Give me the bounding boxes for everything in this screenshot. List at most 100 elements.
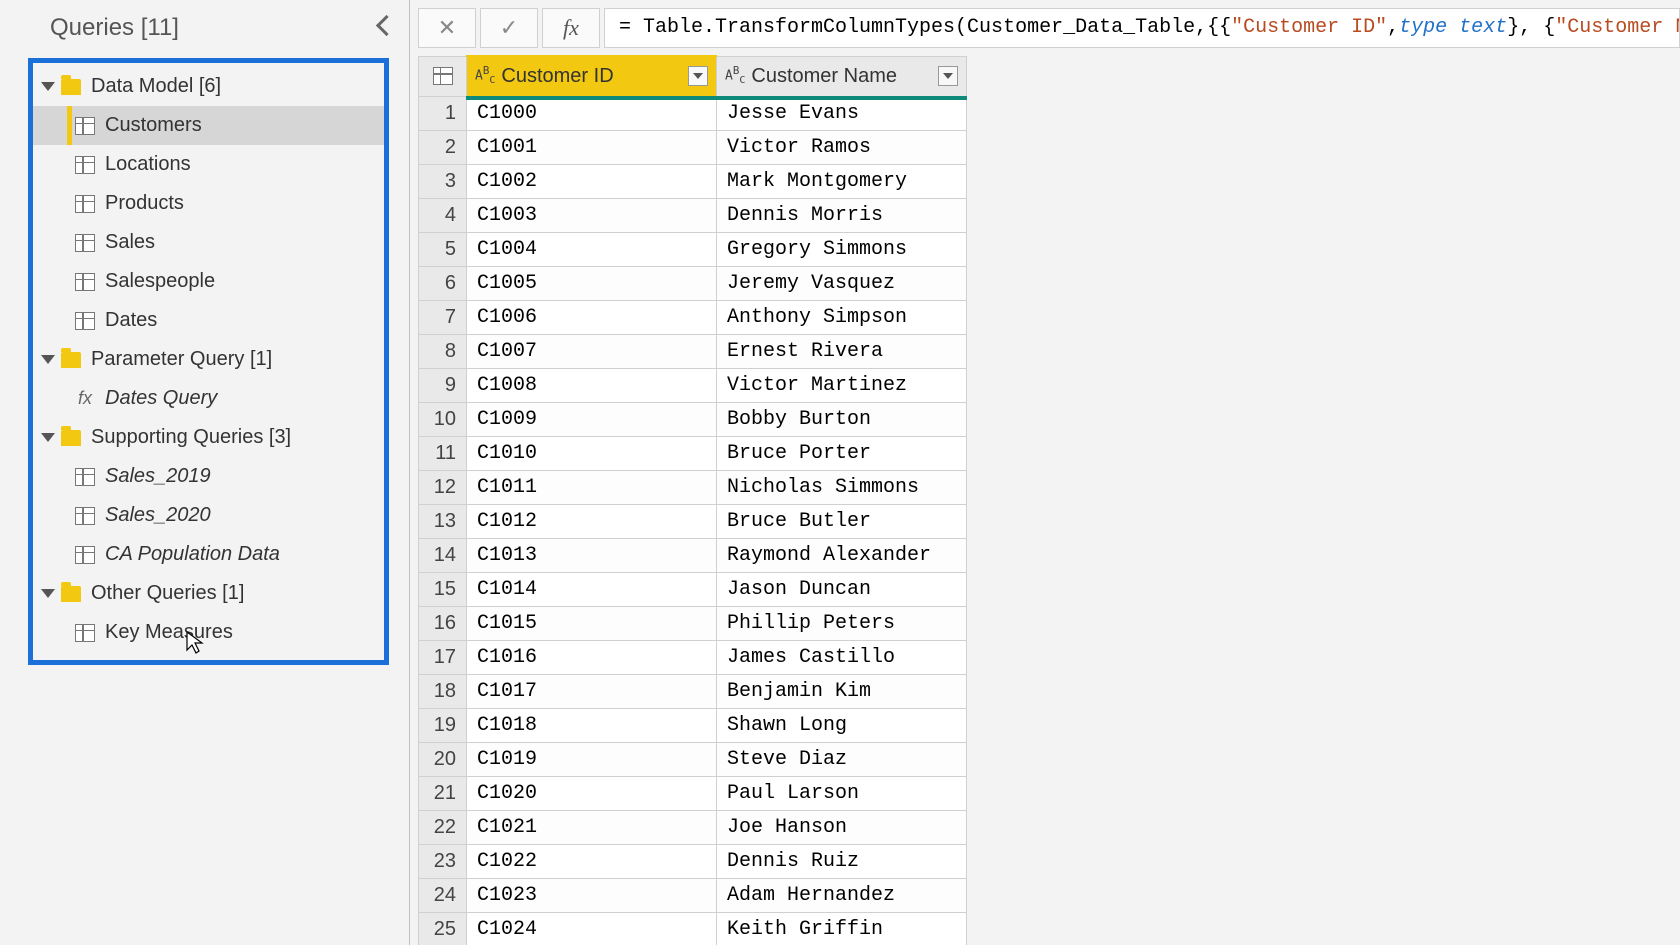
cell-customer-id[interactable]: C1009 — [467, 402, 717, 436]
cell-customer-name[interactable]: Ernest Rivera — [717, 334, 967, 368]
table-row[interactable]: 20C1019Steve Diaz — [419, 742, 967, 776]
cell-customer-name[interactable]: Joe Hanson — [717, 810, 967, 844]
row-number[interactable]: 19 — [419, 708, 467, 742]
cell-customer-id[interactable]: C1021 — [467, 810, 717, 844]
query-item[interactable]: Key Measures — [33, 613, 384, 652]
table-row[interactable]: 3C1002Mark Montgomery — [419, 164, 967, 198]
row-number[interactable]: 4 — [419, 198, 467, 232]
cell-customer-name[interactable]: Jason Duncan — [717, 572, 967, 606]
row-number[interactable]: 22 — [419, 810, 467, 844]
table-row[interactable]: 19C1018Shawn Long — [419, 708, 967, 742]
cell-customer-id[interactable]: C1014 — [467, 572, 717, 606]
cell-customer-name[interactable]: Nicholas Simmons — [717, 470, 967, 504]
table-row[interactable]: 21C1020Paul Larson — [419, 776, 967, 810]
row-number[interactable]: 24 — [419, 878, 467, 912]
row-number[interactable]: 7 — [419, 300, 467, 334]
column-filter-button[interactable] — [688, 66, 708, 86]
table-row[interactable]: 15C1014Jason Duncan — [419, 572, 967, 606]
row-number[interactable]: 21 — [419, 776, 467, 810]
folder-row[interactable]: Data Model [6] — [33, 67, 384, 106]
cell-customer-name[interactable]: Victor Ramos — [717, 130, 967, 164]
cell-customer-name[interactable]: Victor Martinez — [717, 368, 967, 402]
row-number[interactable]: 6 — [419, 266, 467, 300]
table-row[interactable]: 8C1007Ernest Rivera — [419, 334, 967, 368]
row-number[interactable]: 8 — [419, 334, 467, 368]
row-number[interactable]: 14 — [419, 538, 467, 572]
query-item[interactable]: Locations — [33, 145, 384, 184]
cell-customer-id[interactable]: C1023 — [467, 878, 717, 912]
cell-customer-id[interactable]: C1019 — [467, 742, 717, 776]
table-row[interactable]: 12C1011Nicholas Simmons — [419, 470, 967, 504]
query-item[interactable]: Sales_2019 — [33, 457, 384, 496]
table-row[interactable]: 14C1013Raymond Alexander — [419, 538, 967, 572]
table-corner-button[interactable] — [419, 56, 467, 96]
folder-row[interactable]: Supporting Queries [3] — [33, 418, 384, 457]
cell-customer-id[interactable]: C1012 — [467, 504, 717, 538]
query-item[interactable]: Sales_2020 — [33, 496, 384, 535]
cell-customer-id[interactable]: C1002 — [467, 164, 717, 198]
cell-customer-id[interactable]: C1010 — [467, 436, 717, 470]
table-row[interactable]: 10C1009Bobby Burton — [419, 402, 967, 436]
cell-customer-name[interactable]: Benjamin Kim — [717, 674, 967, 708]
fx-button[interactable]: fx — [542, 8, 600, 48]
cell-customer-name[interactable]: Paul Larson — [717, 776, 967, 810]
row-number[interactable]: 5 — [419, 232, 467, 266]
cell-customer-id[interactable]: C1017 — [467, 674, 717, 708]
table-row[interactable]: 23C1022Dennis Ruiz — [419, 844, 967, 878]
query-item[interactable]: CA Population Data — [33, 535, 384, 574]
table-row[interactable]: 1C1000Jesse Evans — [419, 96, 967, 130]
row-number[interactable]: 17 — [419, 640, 467, 674]
cell-customer-id[interactable]: C1007 — [467, 334, 717, 368]
cell-customer-id[interactable]: C1011 — [467, 470, 717, 504]
folder-row[interactable]: Parameter Query [1] — [33, 340, 384, 379]
cell-customer-name[interactable]: Keith Griffin — [717, 912, 967, 945]
cell-customer-id[interactable]: C1008 — [467, 368, 717, 402]
cell-customer-name[interactable]: Phillip Peters — [717, 606, 967, 640]
query-item[interactable]: Dates — [33, 301, 384, 340]
table-row[interactable]: 17C1016James Castillo — [419, 640, 967, 674]
query-item[interactable]: fxDates Query — [33, 379, 384, 418]
cell-customer-name[interactable]: Anthony Simpson — [717, 300, 967, 334]
formula-input[interactable]: = Table.TransformColumnTypes(Customer_Da… — [604, 8, 1680, 48]
table-row[interactable]: 5C1004Gregory Simmons — [419, 232, 967, 266]
column-header-customer-name[interactable]: ABC Customer Name — [717, 56, 967, 96]
cell-customer-name[interactable]: Jeremy Vasquez — [717, 266, 967, 300]
cell-customer-id[interactable]: C1004 — [467, 232, 717, 266]
row-number[interactable]: 2 — [419, 130, 467, 164]
row-number[interactable]: 13 — [419, 504, 467, 538]
row-number[interactable]: 12 — [419, 470, 467, 504]
table-row[interactable]: 4C1003Dennis Morris — [419, 198, 967, 232]
table-row[interactable]: 11C1010Bruce Porter — [419, 436, 967, 470]
cell-customer-id[interactable]: C1016 — [467, 640, 717, 674]
formula-cancel-button[interactable]: ✕ — [418, 8, 476, 48]
row-number[interactable]: 15 — [419, 572, 467, 606]
query-item[interactable]: Customers — [33, 106, 384, 145]
row-number[interactable]: 10 — [419, 402, 467, 436]
table-row[interactable]: 13C1012Bruce Butler — [419, 504, 967, 538]
query-item[interactable]: Products — [33, 184, 384, 223]
cell-customer-id[interactable]: C1024 — [467, 912, 717, 945]
row-number[interactable]: 20 — [419, 742, 467, 776]
table-row[interactable]: 6C1005Jeremy Vasquez — [419, 266, 967, 300]
cell-customer-name[interactable]: James Castillo — [717, 640, 967, 674]
cell-customer-id[interactable]: C1005 — [467, 266, 717, 300]
cell-customer-name[interactable]: Dennis Morris — [717, 198, 967, 232]
cell-customer-name[interactable]: Dennis Ruiz — [717, 844, 967, 878]
collapse-panel-icon[interactable] — [373, 18, 393, 38]
cell-customer-name[interactable]: Gregory Simmons — [717, 232, 967, 266]
cell-customer-name[interactable]: Bobby Burton — [717, 402, 967, 436]
table-row[interactable]: 7C1006Anthony Simpson — [419, 300, 967, 334]
cell-customer-name[interactable]: Jesse Evans — [717, 96, 967, 130]
table-row[interactable]: 24C1023Adam Hernandez — [419, 878, 967, 912]
row-number[interactable]: 23 — [419, 844, 467, 878]
formula-accept-button[interactable]: ✓ — [480, 8, 538, 48]
cell-customer-id[interactable]: C1001 — [467, 130, 717, 164]
cell-customer-id[interactable]: C1022 — [467, 844, 717, 878]
query-item[interactable]: Salespeople — [33, 262, 384, 301]
row-number[interactable]: 18 — [419, 674, 467, 708]
cell-customer-id[interactable]: C1020 — [467, 776, 717, 810]
cell-customer-name[interactable]: Adam Hernandez — [717, 878, 967, 912]
query-item[interactable]: Sales — [33, 223, 384, 262]
table-row[interactable]: 16C1015Phillip Peters — [419, 606, 967, 640]
table-row[interactable]: 18C1017Benjamin Kim — [419, 674, 967, 708]
